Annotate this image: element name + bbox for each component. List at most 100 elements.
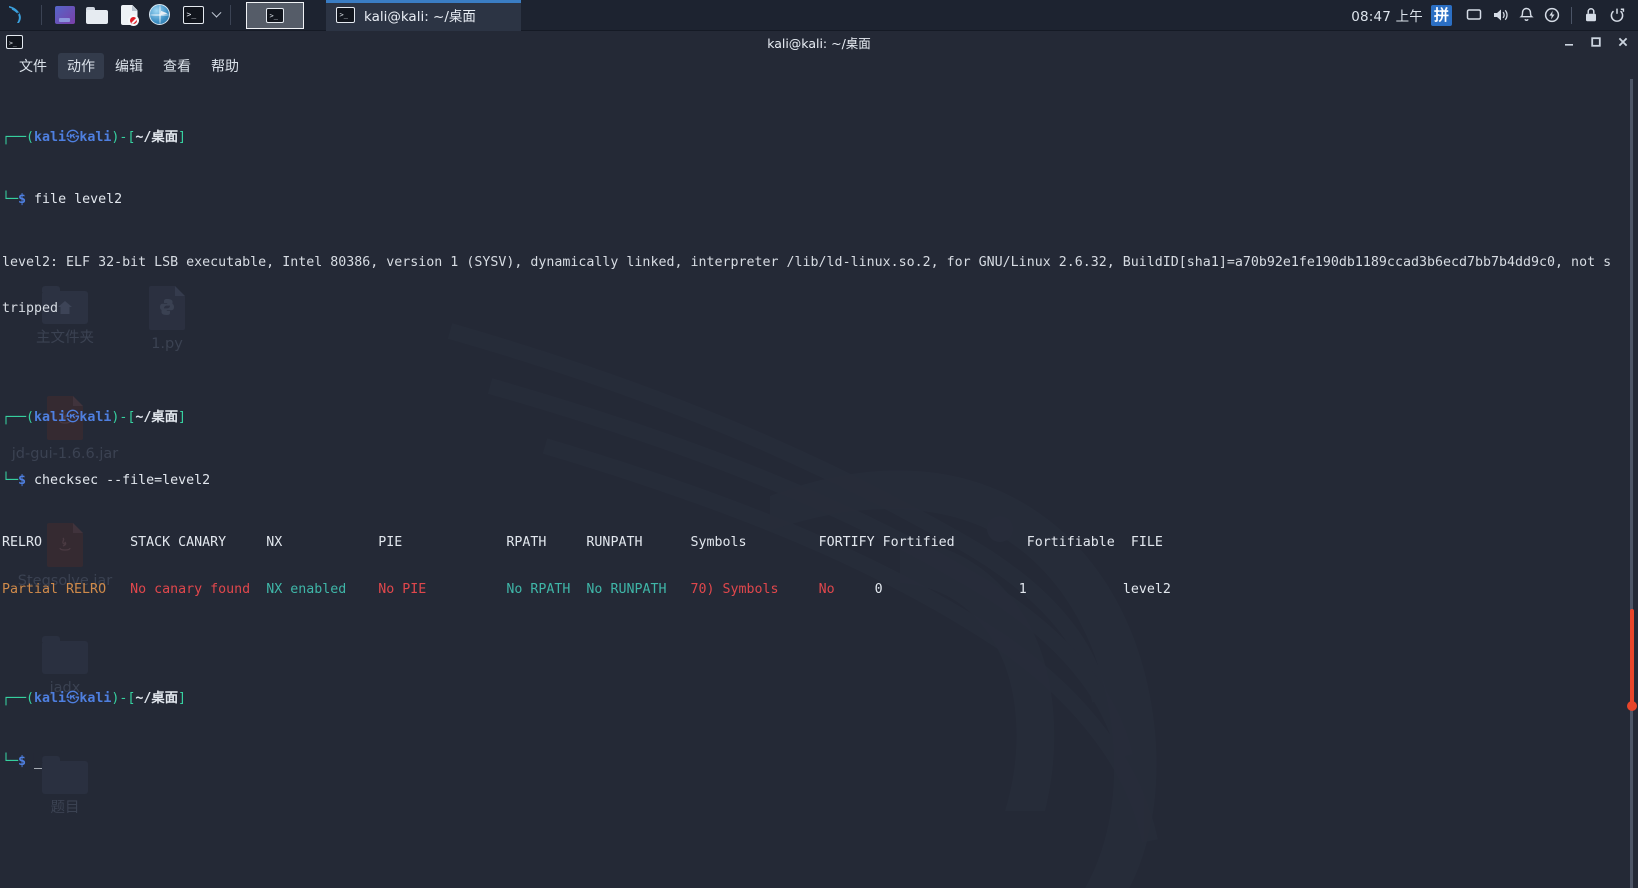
command-text: file level2 xyxy=(34,192,123,208)
prompt-bottom: └─ xyxy=(2,753,19,769)
panel-divider xyxy=(230,5,231,25)
kali-menu-icon[interactable] xyxy=(3,2,33,29)
checksec-header-8: Fortified xyxy=(882,535,1027,551)
top-panel: >_ >_ >_ kali@kali: ~/桌面 08:47 上午 拼 xyxy=(0,0,1638,31)
checksec-value-row: Partial RELRO No canary found NX enabled… xyxy=(2,582,1638,598)
prompt-user: kali xyxy=(34,691,67,707)
terminal-body[interactable]: ┌──(kali㉿kali)-[~/桌面] └─$ file level2 le… xyxy=(0,79,1638,888)
prompt-user: kali xyxy=(34,410,67,426)
clock[interactable]: 08:47 上午 xyxy=(1351,5,1423,25)
prompt-prefix: ┌──( xyxy=(2,410,35,426)
checksec-value-1: No canary found xyxy=(130,582,267,597)
prompt-path: ~/桌面 xyxy=(135,410,179,426)
logout-icon[interactable] xyxy=(1604,2,1630,28)
web-browser-icon[interactable] xyxy=(146,2,176,29)
checksec-value-5: No RUNPATH xyxy=(586,582,691,597)
system-tray: 08:47 上午 拼 xyxy=(1351,0,1638,31)
display-icon[interactable] xyxy=(1461,2,1487,28)
prompt-bottom: └─ xyxy=(2,472,19,488)
prompt-mid: )-[ xyxy=(111,129,136,145)
prompt-close: ] xyxy=(178,410,187,426)
checksec-header-row: RELRO STACK CANARY NX PIE RPATH RUNPATH … xyxy=(2,535,1638,551)
prompt-bottom: └─ xyxy=(2,192,19,208)
prompt-prefix: ┌──( xyxy=(2,691,35,707)
menu-bar: 文件 动作 编辑 查看 帮助 xyxy=(0,53,1638,79)
prompt-dollar: $ xyxy=(18,753,27,769)
prompt-dollar: $ xyxy=(18,472,27,488)
scrollbar-track xyxy=(1630,79,1633,888)
window-title-bar[interactable]: >_ kali@kali: ~/桌面 xyxy=(0,31,1638,53)
command-text: checksec --file=level2 xyxy=(34,472,211,488)
prompt-path: ~/桌面 xyxy=(135,691,179,707)
prompt-host: kali xyxy=(79,410,112,426)
lock-screen-icon[interactable] xyxy=(1578,2,1604,28)
virtualbox-icon[interactable] xyxy=(50,2,80,29)
checksec-value-10: level2 xyxy=(1122,582,1179,597)
file-output-line-1: level2: ELF 32-bit LSB executable, Intel… xyxy=(2,254,1612,270)
prompt-close: ] xyxy=(178,691,187,707)
menu-edit[interactable]: 编辑 xyxy=(106,53,152,79)
prompt-at: ㉿ xyxy=(66,129,80,145)
checksec-header-6: Symbols xyxy=(690,535,819,551)
prompt-path: ~/桌面 xyxy=(135,129,179,145)
prompt-prefix: ┌──( xyxy=(2,129,35,145)
checksec-value-4: No RPATH xyxy=(506,582,587,597)
checksec-header-7: FORTIFY xyxy=(818,535,883,551)
prompt-host: kali xyxy=(79,691,112,707)
command-line-1: └─$ file level2 xyxy=(2,192,1638,208)
checksec-header-5: RUNPATH xyxy=(586,535,691,551)
checksec-value-6: 70) Symbols xyxy=(690,582,819,597)
scrollbar-knob[interactable] xyxy=(1626,701,1637,711)
checksec-value-2: NX enabled xyxy=(266,582,379,597)
menu-actions[interactable]: 动作 xyxy=(58,53,104,79)
taskbar-window-button[interactable]: >_ kali@kali: ~/桌面 xyxy=(326,0,521,31)
chevron-down-icon[interactable] xyxy=(209,2,223,29)
checksec-header-0: RELRO xyxy=(2,535,131,551)
taskbar-window-title: kali@kali: ~/桌面 xyxy=(364,9,476,25)
checksec-value-9: 1 xyxy=(1018,582,1123,597)
checksec-header-3: PIE xyxy=(378,535,507,551)
checksec-header-4: RPATH xyxy=(506,535,587,551)
checksec-header-9: Fortifiable xyxy=(1026,535,1131,551)
menu-help[interactable]: 帮助 xyxy=(202,53,248,79)
prompt-user: kali xyxy=(34,129,67,145)
ime-indicator[interactable]: 拼 xyxy=(1430,4,1452,26)
prompt-at: ㉿ xyxy=(66,410,80,426)
prompt-at: ㉿ xyxy=(66,691,80,707)
prompt-line-3: ┌──(kali㉿kali)-[~/桌面] xyxy=(2,691,1638,707)
volume-icon[interactable] xyxy=(1487,2,1513,28)
text-editor-icon[interactable] xyxy=(114,2,144,29)
checksec-header-10: FILE xyxy=(1130,535,1171,551)
terminal-cursor: █ xyxy=(34,753,43,769)
terminal-window: >_ kali@kali: ~/桌面 文件 动作 编辑 查看 帮助 ┌──(ka… xyxy=(0,31,1638,888)
checksec-value-0: Partial RELRO xyxy=(2,582,131,597)
terminal-scrollbar[interactable] xyxy=(1625,79,1638,888)
terminal-launcher-icon[interactable]: >_ xyxy=(178,2,208,29)
prompt-mid: )-[ xyxy=(111,691,136,707)
prompt-dollar: $ xyxy=(18,192,27,208)
power-manager-icon[interactable] xyxy=(1539,2,1565,28)
menu-view[interactable]: 查看 xyxy=(154,53,200,79)
prompt-close: ] xyxy=(178,129,187,145)
workspace-switcher[interactable]: >_ xyxy=(246,1,304,29)
checksec-value-7: No xyxy=(818,582,875,597)
checksec-value-3: No PIE xyxy=(378,582,507,597)
file-output-line-2: tripped xyxy=(2,301,59,317)
command-line-3: └─$ █ xyxy=(2,753,1638,770)
checksec-value-8: 0 xyxy=(874,582,1019,597)
scrollbar-thumb[interactable] xyxy=(1629,609,1634,707)
menu-file[interactable]: 文件 xyxy=(10,53,56,79)
command-line-2: └─$ checksec --file=level2 xyxy=(2,473,1638,489)
notification-bell-icon[interactable] xyxy=(1513,2,1539,28)
panel-divider xyxy=(1571,6,1572,24)
panel-divider xyxy=(41,5,42,25)
prompt-mid: )-[ xyxy=(111,410,136,426)
file-manager-icon[interactable] xyxy=(82,2,112,29)
checksec-header-1: STACK CANARY xyxy=(130,535,267,551)
prompt-line-1: ┌──(kali㉿kali)-[~/桌面] xyxy=(2,130,1638,146)
checksec-header-2: NX xyxy=(266,535,379,551)
terminal-output: ┌──(kali㉿kali)-[~/桌面] └─$ file level2 le… xyxy=(0,79,1638,816)
prompt-host: kali xyxy=(79,129,112,145)
